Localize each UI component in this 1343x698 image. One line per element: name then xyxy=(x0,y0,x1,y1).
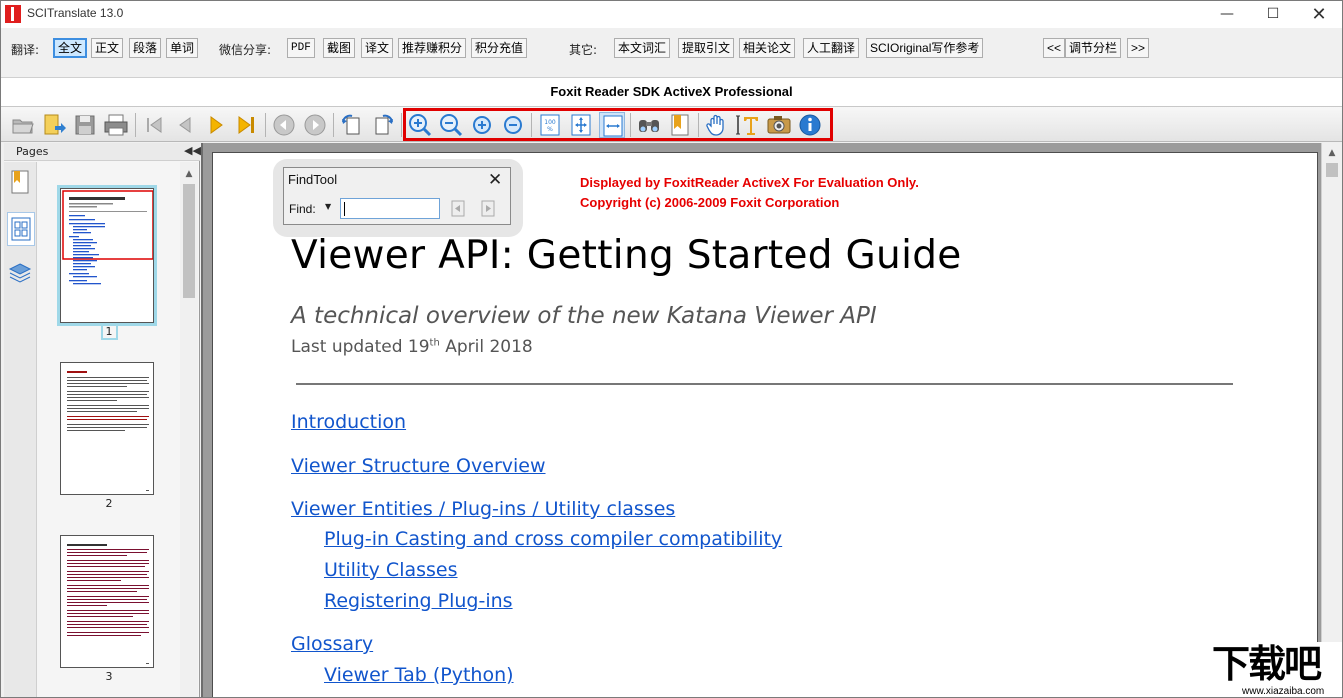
pages-panel: Pages ◀◀ 1 2 3 ▲ xyxy=(4,143,201,697)
toc-link-viewer-tab[interactable]: Viewer Tab (Python) xyxy=(324,664,514,686)
watermark-url: www.xiazaiba.com xyxy=(1242,686,1325,697)
toc-link-utility-classes[interactable]: Utility Classes xyxy=(324,559,458,581)
find-tool-dialog: FindTool ✕ Find: ▼ xyxy=(273,159,523,237)
app-window: SCITranslate 13.0 — ☐ ✕ 翻译: 全文 正文 段落 单词 … xyxy=(0,0,1343,698)
viewer-title: Foxit Reader SDK ActiveX Professional xyxy=(550,84,793,99)
share-pdf-button[interactable]: PDF xyxy=(287,38,315,58)
document-scroll-thumb[interactable] xyxy=(1326,163,1338,177)
writing-reference-button[interactable]: SCIOriginal写作参考 xyxy=(866,38,984,58)
page-number-1: 1 xyxy=(38,323,180,340)
find-tool-panel: FindTool ✕ Find: ▼ xyxy=(283,167,511,225)
command-bar: 翻译: 全文 正文 段落 单词 微信分享: PDF 截图 译文 推荐赚积分 积分… xyxy=(1,28,1342,77)
site-watermark: 下载吧 www.xiazaiba.com xyxy=(1208,642,1342,697)
find-options-dropdown-icon[interactable]: ▼ xyxy=(325,202,331,211)
panel-tabs xyxy=(4,162,37,697)
forward-icon[interactable] xyxy=(302,112,328,138)
translate-paragraph-button[interactable]: 段落 xyxy=(129,38,162,58)
rotate-left-icon[interactable] xyxy=(339,112,365,138)
last-updated: Last updated 19th April 2018 xyxy=(291,337,533,357)
first-page-icon[interactable] xyxy=(141,112,167,138)
toc-link-registering-plugins[interactable]: Registering Plug-ins xyxy=(324,590,513,612)
extract-citations-button[interactable]: 提取引文 xyxy=(678,38,735,58)
toc-link-glossary[interactable]: Glossary xyxy=(291,633,373,655)
minimize-button[interactable]: — xyxy=(1204,1,1250,28)
find-close-icon[interactable]: ✕ xyxy=(488,170,502,190)
thumbnail-list: 1 2 3 xyxy=(38,162,180,697)
open-folder-icon[interactable] xyxy=(41,112,67,138)
save-icon[interactable] xyxy=(72,112,98,138)
maximize-button[interactable]: ☐ xyxy=(1250,1,1296,28)
collapse-panel-icon[interactable]: ◀◀ xyxy=(184,144,201,157)
points-recharge-button[interactable]: 积分充值 xyxy=(471,38,528,58)
open-icon[interactable] xyxy=(10,112,36,138)
pages-tab-icon[interactable] xyxy=(7,212,35,246)
split-next-button[interactable]: >> xyxy=(1127,38,1150,58)
translate-body-button[interactable]: 正文 xyxy=(91,38,124,58)
page-thumbnail-2[interactable] xyxy=(60,362,154,495)
document-scrollbar[interactable]: ▲ xyxy=(1321,143,1342,697)
document-title: Viewer API: Getting Started Guide xyxy=(291,233,962,278)
find-previous-icon[interactable] xyxy=(447,198,469,219)
title-divider xyxy=(296,383,1233,385)
pages-panel-header: Pages ◀◀ xyxy=(4,143,201,161)
wechat-share-label: 微信分享: xyxy=(219,43,272,57)
next-page-icon[interactable] xyxy=(203,112,229,138)
adjust-split-button[interactable]: 调节分栏 xyxy=(1065,38,1122,58)
find-input[interactable] xyxy=(340,198,440,219)
page-thumbnail-3[interactable] xyxy=(60,535,154,668)
layers-tab-icon[interactable] xyxy=(7,258,35,292)
watermark-logo: 下载吧 xyxy=(1212,642,1322,686)
share-screenshot-button[interactable]: 截图 xyxy=(323,38,356,58)
thumbnail-scrollbar[interactable]: ▲ xyxy=(180,162,198,697)
viewer-toolbar: 100% xyxy=(1,106,1342,142)
back-icon[interactable] xyxy=(271,112,297,138)
doc-scroll-up-icon[interactable]: ▲ xyxy=(1324,145,1340,161)
page-number-3: 3 xyxy=(105,670,113,683)
find-tool-title: FindTool xyxy=(288,172,338,187)
toc-link-introduction[interactable]: Introduction xyxy=(291,411,406,433)
split-prev-button[interactable]: << xyxy=(1043,38,1066,58)
pages-panel-title: Pages xyxy=(16,145,49,158)
document-subtitle: A technical overview of the new Katana V… xyxy=(291,303,877,329)
print-icon[interactable] xyxy=(103,112,129,138)
translate-word-button[interactable]: 单词 xyxy=(166,38,199,58)
rotate-right-icon[interactable] xyxy=(370,112,396,138)
app-title: SCITranslate 13.0 xyxy=(27,6,124,20)
page-number-2: 2 xyxy=(105,497,113,510)
vocabulary-button[interactable]: 本文词汇 xyxy=(614,38,671,58)
evaluation-notice: Displayed by FoxitReader ActiveX For Eva… xyxy=(580,175,919,210)
translate-full-button[interactable]: 全文 xyxy=(53,38,88,58)
page-thumbnail-1[interactable] xyxy=(57,185,157,326)
share-translation-button[interactable]: 译文 xyxy=(361,38,394,58)
other-label: 其它: xyxy=(569,43,598,57)
toc-link-entities[interactable]: Viewer Entities / Plug-ins / Utility cla… xyxy=(291,498,675,520)
title-bar: SCITranslate 13.0 — ☐ ✕ xyxy=(1,1,1342,28)
toc-link-plugin-casting[interactable]: Plug-in Casting and cross compiler compa… xyxy=(324,528,782,550)
app-logo-icon xyxy=(5,5,21,23)
prev-page-icon[interactable] xyxy=(172,112,198,138)
last-page-icon[interactable] xyxy=(234,112,260,138)
toc-link-structure-overview[interactable]: Viewer Structure Overview xyxy=(291,455,546,477)
thumbnail-scroll-thumb[interactable] xyxy=(183,184,195,298)
bookmarks-tab-icon[interactable] xyxy=(7,166,35,200)
scroll-up-icon[interactable]: ▲ xyxy=(181,166,197,182)
find-label: Find: xyxy=(289,202,316,216)
find-next-icon[interactable] xyxy=(477,198,499,219)
recommend-earn-points-button[interactable]: 推荐赚积分 xyxy=(398,38,467,58)
human-translation-button[interactable]: 人工翻译 xyxy=(803,38,860,58)
viewer-header: Foxit Reader SDK ActiveX Professional xyxy=(1,77,1342,106)
related-papers-button[interactable]: 相关论文 xyxy=(739,38,796,58)
translate-label: 翻译: xyxy=(11,43,40,57)
toolbar-highlight-box xyxy=(403,108,833,141)
close-button[interactable]: ✕ xyxy=(1296,1,1342,28)
